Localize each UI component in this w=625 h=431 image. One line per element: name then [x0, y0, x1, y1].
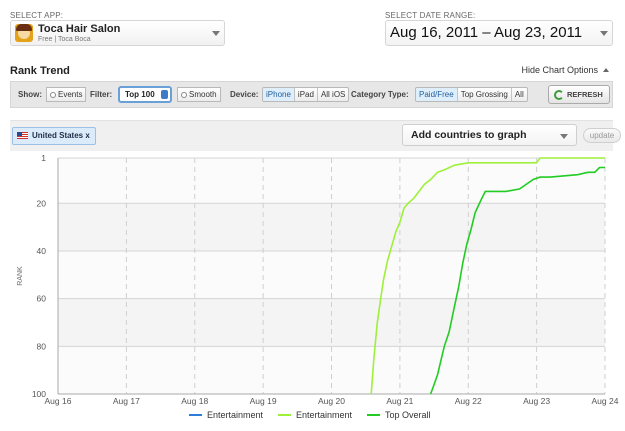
hide-chart-options-label: Hide Chart Options: [521, 65, 598, 75]
app-icon: [15, 24, 33, 42]
app-name: Toca Hair Salon: [38, 23, 121, 35]
refresh-icon: [554, 90, 564, 100]
device-segmented-control: iPhone iPad All iOS: [262, 87, 350, 102]
update-button[interactable]: update: [583, 128, 621, 143]
events-label: Events: [58, 90, 83, 99]
smooth-toggle[interactable]: Smooth: [177, 87, 221, 102]
x-tick-label: Aug 17: [113, 396, 140, 406]
y-tick-label: 1: [41, 153, 46, 163]
radio-icon: [50, 92, 56, 98]
y-tick-label: 20: [37, 198, 47, 208]
x-tick-label: Aug 24: [592, 396, 619, 406]
category-segmented-control: Paid/Free Top Grossing All: [415, 87, 528, 102]
radio-icon: [181, 92, 187, 98]
us-flag-icon: [17, 132, 28, 139]
category-type-label: Category Type:: [351, 90, 409, 99]
stepper-arrows-icon: [161, 90, 168, 99]
x-tick-label: Aug 16: [45, 396, 72, 406]
filter-value: Top 100: [125, 90, 155, 99]
select-date-label: SELECT DATE RANGE:: [385, 11, 476, 20]
chevron-down-icon: [212, 31, 220, 36]
filter-select[interactable]: Top 100: [118, 86, 172, 103]
country-tag-label: United States x: [32, 131, 90, 140]
legend-label-1: Entertainment: [296, 410, 353, 420]
chevron-up-icon: [603, 68, 609, 72]
filter-label: Filter:: [90, 90, 113, 99]
app-select[interactable]: Toca Hair Salon Free | Toca Boca: [10, 20, 225, 46]
x-tick-label: Aug 22: [455, 396, 482, 406]
chevron-down-icon: [560, 134, 568, 139]
chevron-down-icon: [600, 31, 608, 36]
legend-label-0: Entertainment: [207, 410, 264, 420]
y-tick-label: 60: [37, 294, 47, 304]
category-top-grossing[interactable]: Top Grossing: [458, 88, 512, 101]
show-label: Show:: [18, 90, 42, 99]
y-tick-label: 40: [37, 246, 47, 256]
add-countries-label: Add countries to graph: [411, 129, 527, 141]
add-countries-select[interactable]: Add countries to graph: [402, 124, 577, 146]
smooth-label: Smooth: [189, 90, 217, 99]
refresh-button[interactable]: REFRESH: [548, 85, 610, 104]
x-tick-label: Aug 23: [523, 396, 550, 406]
select-app-label: SELECT APP:: [10, 11, 64, 20]
device-label: Device:: [230, 90, 259, 99]
y-tick-label: 80: [37, 341, 47, 351]
app-publisher: Free | Toca Boca: [38, 36, 91, 43]
rank-trend-chart: 120406080100Aug 16 Aug 17 Aug 18 Aug 19 Aug …: [17, 153, 619, 420]
x-tick-label: Aug 20: [318, 396, 345, 406]
hide-chart-options-link[interactable]: Hide Chart Options: [521, 65, 609, 75]
device-iphone[interactable]: iPhone: [263, 88, 295, 101]
country-tag-united-states[interactable]: United States x: [12, 127, 96, 145]
category-paid-free[interactable]: Paid/Free: [416, 88, 458, 101]
events-toggle[interactable]: Events: [46, 87, 87, 102]
x-tick-label: Aug 19: [250, 396, 277, 406]
countries-bar: United States x Add countries to graph u…: [10, 120, 621, 151]
section-title: Rank Trend: [10, 65, 70, 77]
device-all-ios[interactable]: All iOS: [318, 88, 348, 101]
date-range-select[interactable]: Aug 16, 2011 – Aug 23, 2011: [385, 20, 613, 46]
y-axis-label: RANK: [17, 266, 24, 286]
category-all[interactable]: All: [512, 88, 527, 101]
legend-label-2: Top Overall: [385, 410, 431, 420]
refresh-label: REFRESH: [567, 90, 603, 99]
x-tick-label: Aug 18: [181, 396, 208, 406]
chart-toolbar: Show: Events Filter: Top 100 Smooth Devi…: [10, 81, 613, 108]
device-ipad[interactable]: iPad: [295, 88, 318, 101]
date-range-value: Aug 16, 2011 – Aug 23, 2011: [390, 24, 583, 41]
x-tick-label: Aug 21: [386, 396, 413, 406]
